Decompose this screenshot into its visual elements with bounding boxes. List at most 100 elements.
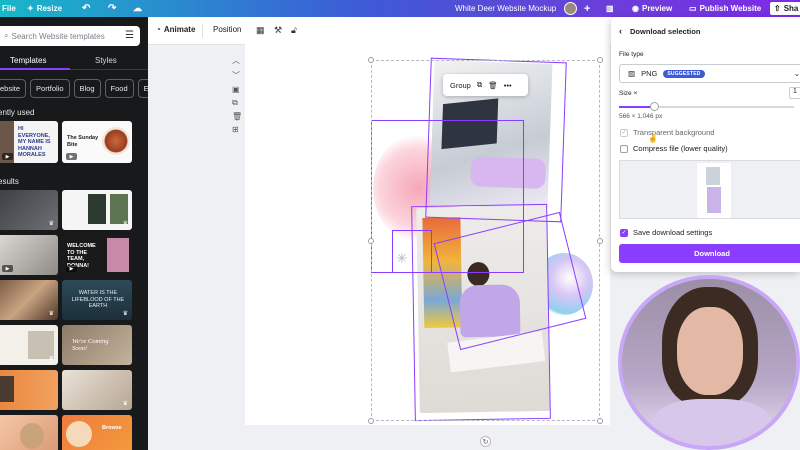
animate-icon: ◔ <box>156 25 161 34</box>
resize-handle-l[interactable] <box>368 238 374 244</box>
lock-icon[interactable]: ▣ <box>232 85 242 94</box>
template-thumb[interactable]: ♛ <box>0 325 58 365</box>
size-label: Size × <box>619 90 638 97</box>
share-button[interactable]: ⇧ Sha <box>770 2 800 15</box>
category-chips: ebsite Portfolio Blog Food E <box>0 79 148 98</box>
cloud-save-icon[interactable]: ☁ <box>133 0 142 17</box>
crown-icon: ♛ <box>122 221 128 227</box>
save-settings-checkbox[interactable]: ✓ <box>620 228 628 237</box>
size-slider-knob[interactable] <box>650 102 659 111</box>
compress-checkbox[interactable] <box>620 144 628 153</box>
search-placeholder: Search Website templates <box>11 31 105 41</box>
document-title[interactable]: White Deer Website Mockup <box>455 0 556 17</box>
save-settings-option[interactable]: ✓ Save download settings <box>620 228 712 237</box>
template-thumb[interactable]: ▶ <box>0 235 58 275</box>
preview-photo <box>706 167 720 185</box>
resize-handle-tr[interactable] <box>597 57 603 63</box>
photo-block <box>0 376 14 402</box>
transparent-background-option[interactable]: ✓ Transparent background <box>620 128 714 137</box>
chevron-up-icon[interactable]: ︿ <box>232 55 242 66</box>
template-thumb-browse[interactable]: Browse <box>62 415 132 450</box>
group-button[interactable]: Group <box>450 81 471 90</box>
resize-icon: ✦ <box>27 4 34 13</box>
recently-used-heading: ently used <box>0 108 35 117</box>
size-slider-fill <box>619 106 654 108</box>
cursor-hand-icon: ☝ <box>648 134 658 143</box>
play-icon: ▶ <box>2 265 13 272</box>
trash-icon[interactable]: 🗑︎ <box>488 81 498 90</box>
template-thumb[interactable]: ♛ <box>62 370 132 410</box>
template-thumb[interactable]: ♛ <box>0 280 58 320</box>
more-icon[interactable]: ••• <box>504 81 512 90</box>
monitor-icon: ▭ <box>689 4 697 13</box>
transparent-checkbox[interactable]: ✓ <box>620 128 628 137</box>
collaborator-avatar[interactable] <box>564 0 577 17</box>
resize-handle-tl[interactable] <box>368 57 374 63</box>
tab-styles[interactable]: Styles <box>95 56 117 65</box>
template-title: We're Coming Soon! <box>72 338 109 352</box>
trash-icon[interactable]: 🗑︎ <box>232 112 242 121</box>
template-thumb[interactable]: ♛ <box>0 190 58 230</box>
undo-button[interactable]: ↶ <box>82 0 90 17</box>
download-preview <box>619 160 800 219</box>
position-button[interactable]: Position <box>213 25 241 34</box>
compress-option[interactable]: Compress file (lower quality) <box>620 144 728 153</box>
search-input[interactable]: ⌕ Search Website templates ☰ <box>0 26 140 46</box>
resize-handle-br[interactable] <box>597 418 603 424</box>
chip-website[interactable]: ebsite <box>0 79 27 98</box>
crown-icon: ♛ <box>48 356 54 362</box>
template-thumb-water[interactable]: WATER IS THE LIFEBLOOD OF THE EARTH ♛ <box>62 280 132 320</box>
plus-icon: + <box>584 2 591 15</box>
chip-more[interactable]: E <box>137 79 148 98</box>
filter-icon[interactable]: ☰ <box>125 30 134 41</box>
play-icon: ▶ <box>66 265 77 272</box>
chevron-right-icon[interactable]: › <box>128 135 131 145</box>
add-collaborator-button[interactable]: + <box>584 0 590 17</box>
duplicate-icon[interactable]: ⧉ <box>232 98 242 108</box>
position-label: Position <box>213 25 242 34</box>
template-thumb-coming-soon[interactable]: We're Coming Soon! <box>62 325 132 365</box>
portrait-image <box>107 238 129 272</box>
food-image <box>102 127 130 155</box>
preview-button[interactable]: ◉ Preview <box>632 0 672 17</box>
download-button[interactable]: Download <box>619 244 800 263</box>
back-chevron-icon[interactable]: ‹ <box>619 26 622 36</box>
publish-website-button[interactable]: ▭ Publish Website <box>689 0 761 17</box>
transparency-icon[interactable]: ▦ <box>256 25 265 36</box>
file-type-label: File type <box>619 51 644 58</box>
top-bar: File ✦ Resize ↶ ↷ ☁ White Deer Website M… <box>0 0 800 17</box>
resize-handle-r[interactable] <box>597 238 603 244</box>
duplicate-icon[interactable]: ⧉ <box>477 80 482 90</box>
file-type-select[interactable]: ▨ PNG SUGGESTED ⌄ <box>619 64 800 83</box>
analytics-button[interactable]: ▥ <box>606 0 614 17</box>
redo-button[interactable]: ↷ <box>108 0 116 17</box>
resize-handle-bl[interactable] <box>368 418 374 424</box>
lock-icon[interactable]: 🔓︎ <box>291 25 297 36</box>
chip-blog[interactable]: Blog <box>73 79 101 98</box>
template-thumb-sunday-bite[interactable]: The Sunday Bite ▶ <box>62 121 132 163</box>
chip-food[interactable]: Food <box>104 79 134 98</box>
crown-icon: ♛ <box>48 221 54 227</box>
image-icon: ▨ <box>628 69 636 78</box>
resize-button[interactable]: ✦ Resize <box>27 0 62 17</box>
animate-button[interactable]: ◔ Animate <box>156 25 195 34</box>
suggested-badge: SUGGESTED <box>663 69 705 78</box>
cloud-icon: ☁ <box>133 3 142 13</box>
chip-portfolio[interactable]: Portfolio <box>30 79 70 98</box>
tab-templates[interactable]: Templates <box>10 56 46 65</box>
add-page-icon[interactable]: ⊞ <box>232 125 242 134</box>
template-thumb[interactable] <box>0 415 58 450</box>
template-thumb-hannah[interactable]: HI EVERYONE, MY NAME IS HANNAH MORALES ▶ <box>0 121 58 163</box>
size-input[interactable]: 1 <box>789 87 800 99</box>
rotate-handle[interactable]: ↻ <box>480 436 491 447</box>
paint-roller-icon[interactable]: ⚒ <box>274 25 282 36</box>
file-menu[interactable]: File <box>2 0 16 17</box>
template-thumb-donna[interactable]: WELCOME TO THE TEAM, DONNA! ▶ <box>62 235 132 275</box>
chevron-down-icon[interactable]: ﹀ <box>232 70 242 81</box>
bar-chart-icon: ▥ <box>606 4 614 13</box>
template-thumb[interactable] <box>0 370 58 410</box>
presenter-sweater <box>652 399 772 446</box>
size-slider[interactable] <box>619 102 794 111</box>
template-title: Browse <box>102 425 122 431</box>
template-thumb[interactable]: ♛ <box>62 190 132 230</box>
